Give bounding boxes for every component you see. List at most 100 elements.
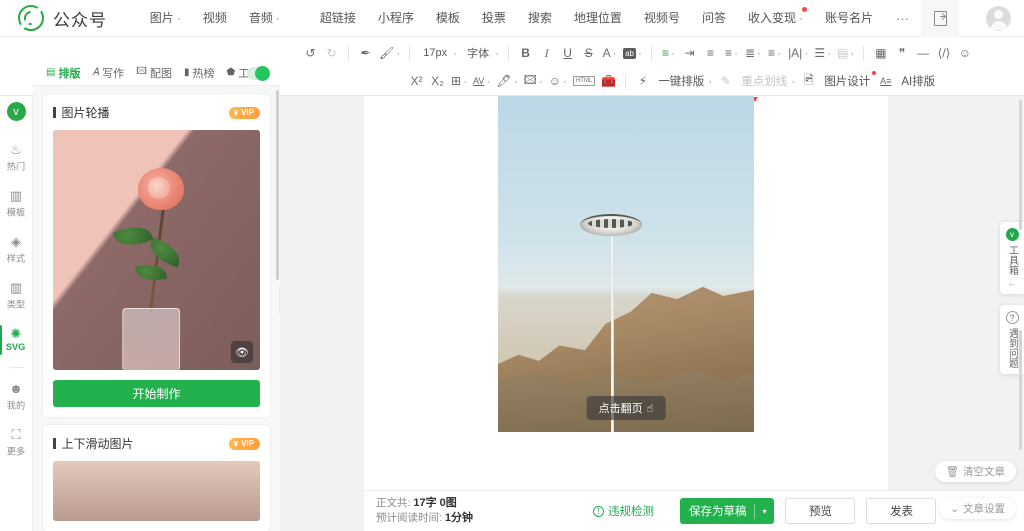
topnav-item-monetization[interactable]: 收入变现 <box>737 0 814 37</box>
template-card[interactable]: 上下滑动图片 ∨ VIP <box>43 425 270 531</box>
tab-writing[interactable]: 𝐴 写作 <box>87 60 129 86</box>
table-button[interactable]: ▦ <box>870 42 891 64</box>
tab-layout[interactable]: ▤ 排版 <box>41 60 85 86</box>
vip-badge: ∨ VIP <box>228 106 260 119</box>
sidebar-item-type[interactable]: ▥ 类型 <box>0 273 33 319</box>
clear-article-button[interactable]: 🗑 清空文章 <box>934 461 1016 482</box>
tab-hotlist[interactable]: ▮ 热榜 <box>179 60 220 86</box>
html-button[interactable]: HTML <box>570 70 598 92</box>
template-thumbnail[interactable] <box>53 461 260 521</box>
vip-badge: ∨ VIP <box>228 437 260 450</box>
topnav-item-audio[interactable]: 音频 <box>238 0 291 37</box>
image-design-button[interactable]: 图片设计 <box>819 70 877 92</box>
eye-icon[interactable]: 👁 <box>231 341 253 363</box>
align-center-button[interactable]: ≡ <box>721 42 742 64</box>
sidebar-item-hot[interactable]: ♨ 热门 <box>0 135 33 181</box>
page-turn-caption[interactable]: 点击翻页 ☝ <box>586 396 666 420</box>
document-image[interactable]: 点击翻页 ☝ <box>498 96 754 432</box>
sidebar-item-style[interactable]: ◈ 样式 <box>0 227 33 273</box>
tab-pictures[interactable]: 🖾 配图 <box>131 60 177 86</box>
template-card[interactable]: 图片轮播 ∨ VIP 👁 开始制作 <box>43 94 270 417</box>
title-bar-icon <box>53 438 56 449</box>
highlight-button[interactable]: ab <box>620 42 645 64</box>
image-design-icon[interactable]: 🖻 <box>798 70 819 92</box>
font-size-select[interactable]: 17px <box>416 42 460 64</box>
topnav-more-button[interactable]: ··· <box>884 11 921 26</box>
text-frame-button[interactable]: ⊞ <box>448 70 470 92</box>
preview-button[interactable]: 预览 <box>785 498 856 524</box>
topnav-item-location[interactable]: 地理位置 <box>563 0 633 37</box>
topnav-item-qa[interactable]: 问答 <box>691 0 737 37</box>
publish-button[interactable]: 发表 <box>866 498 937 524</box>
toolkit-button[interactable]: 🧰 <box>598 70 619 92</box>
sidebar-item-mine[interactable]: ☻ 我的 <box>0 374 33 420</box>
one-click-layout-button[interactable]: ⚡ <box>632 70 653 92</box>
sidebar-item-svg[interactable]: ✺ SVG <box>0 319 33 361</box>
violation-check-button[interactable]: ! 违规检测 <box>592 503 654 519</box>
topnav-item-image[interactable]: 图片 <box>139 0 192 37</box>
topnav-item-vote[interactable]: 投票 <box>471 0 517 37</box>
sidebar-item-template[interactable]: ▥ 模板 <box>0 181 33 227</box>
undo-button[interactable]: ↺ <box>300 42 321 64</box>
emoji-button[interactable]: ☺ <box>954 42 975 64</box>
template-thumbnail[interactable]: 👁 <box>53 130 260 370</box>
sticker-button[interactable]: ☺ <box>546 70 570 92</box>
code-button[interactable]: ⟨/⟩ <box>933 42 954 64</box>
align-justify-button[interactable]: ≣ <box>742 42 764 64</box>
bottom-bar: 正文共: 17字 0图 预计阅读时间: 1分钟 ! 违规检测 保存为草稿 ▾ 预… <box>364 490 1024 531</box>
format-brush-button[interactable]: ✒ <box>355 42 376 64</box>
ai-layout-icon[interactable]: A≡ <box>875 70 896 92</box>
panel-scroll-area[interactable]: 图片轮播 ∨ VIP 👁 开始制作 上下滑动图片 ∨ VIP <box>33 86 280 531</box>
highlighter-button[interactable]: 🖊 <box>493 70 520 92</box>
clear-format-button[interactable]: 🖌 <box>376 42 403 64</box>
panel-scrollbar[interactable] <box>276 90 279 280</box>
topnav-item-hyperlink[interactable]: 超链接 <box>309 0 367 37</box>
strikethrough-button[interactable]: S <box>578 42 599 64</box>
superscript-button[interactable]: X² <box>406 70 427 92</box>
list-button[interactable]: ☰ <box>811 42 834 64</box>
underline-button[interactable]: U <box>557 42 578 64</box>
ai-layout-button[interactable]: AI排版 <box>896 70 940 92</box>
topnav-item-video[interactable]: 视频 <box>192 0 238 37</box>
topnav-item-search[interactable]: 搜索 <box>517 0 563 37</box>
redo-button[interactable]: ↻ <box>321 42 342 64</box>
font-color-button[interactable]: A <box>599 42 620 64</box>
hotlist-icon: ▮ <box>184 67 190 78</box>
toolbox-floater[interactable]: v 工具箱 ← <box>1000 222 1024 294</box>
toolbox-label: 工具箱 <box>1006 245 1018 275</box>
exit-icon[interactable] <box>921 0 959 37</box>
article-settings-button[interactable]: ⌄ 文章设置 <box>939 498 1016 519</box>
image-button[interactable]: 🖾 <box>521 70 546 92</box>
topnav-item-namecard[interactable]: 账号名片 <box>814 0 884 37</box>
background-button[interactable]: ▤ <box>834 42 857 64</box>
topnav-item-channels[interactable]: 视频号 <box>633 0 691 37</box>
save-draft-button[interactable]: 保存为草稿 ▾ <box>679 498 775 524</box>
sidebar-item-more[interactable]: ⛶ 更多 <box>0 420 33 466</box>
start-making-button[interactable]: 开始制作 <box>53 380 260 407</box>
letter-spacing-button[interactable]: |A| <box>785 42 811 64</box>
key-underline-button[interactable]: 重点划线 <box>736 70 798 92</box>
align-left-button[interactable]: ≡ <box>700 42 721 64</box>
avatar[interactable] <box>986 5 1011 31</box>
subscript-button[interactable]: X₂ <box>427 70 448 92</box>
page-scrollbar-lower[interactable] <box>1019 330 1022 450</box>
one-click-layout-label-button[interactable]: 一键排版 <box>653 70 715 92</box>
panel-toggle[interactable] <box>247 66 270 81</box>
italic-button[interactable]: I <box>536 42 557 64</box>
document-editor[interactable]: 点击翻页 ☝ <box>364 96 888 490</box>
divider-button[interactable]: — <box>912 42 933 64</box>
paragraph-spacing-button[interactable]: ≡ <box>764 42 785 64</box>
topnav-item-template[interactable]: 模板 <box>425 0 471 37</box>
chevron-down-icon[interactable]: ▾ <box>755 507 773 516</box>
font-family-select[interactable]: 字体 <box>460 42 502 64</box>
indent-button[interactable]: ⇥ <box>679 42 700 64</box>
template-card-header: 图片轮播 ∨ VIP <box>53 104 260 121</box>
bold-button[interactable]: B <box>515 42 536 64</box>
quote-button[interactable]: ❞ <box>891 42 912 64</box>
page-scrollbar[interactable] <box>1019 100 1022 230</box>
page-turn-label: 点击翻页 <box>598 403 643 415</box>
line-height-button[interactable]: ≡ <box>658 42 679 64</box>
topnav-item-miniprogram[interactable]: 小程序 <box>367 0 425 37</box>
kerning-button[interactable]: AV <box>470 70 493 92</box>
key-underline-icon[interactable]: ✎ <box>715 70 736 92</box>
